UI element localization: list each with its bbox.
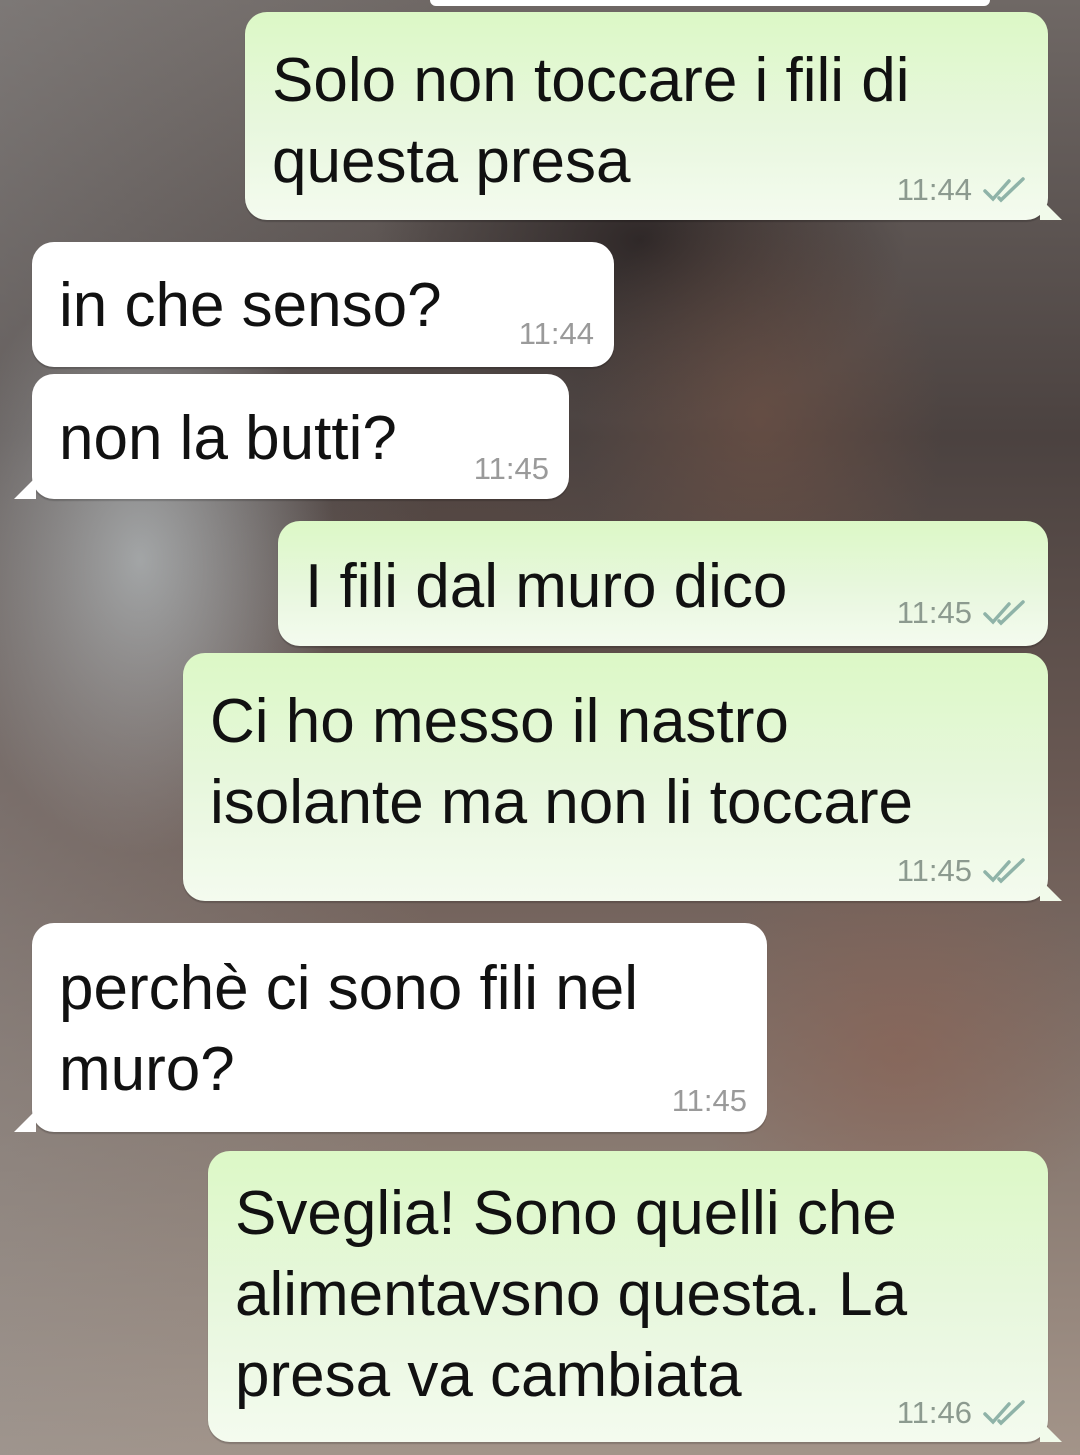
message-bubble-outgoing[interactable]: Ci ho messo il nastro isolante ma non li… (183, 653, 1048, 901)
message-time: 11:45 (671, 1083, 747, 1118)
bubble-tail (14, 477, 36, 499)
message-meta: 11:45 (897, 596, 1028, 630)
message-meta: 11:45 (897, 854, 1028, 888)
message-time: 11:44 (518, 316, 594, 351)
bubble-tail (1040, 198, 1062, 220)
message-text: I fili dal muro dico (305, 552, 788, 621)
message-text: Sveglia! Sono quelli che alimentavsno qu… (235, 1179, 908, 1410)
message-text: non la butti? (59, 404, 397, 473)
message-time: 11:45 (896, 595, 972, 630)
double-check-icon (983, 1400, 1025, 1426)
double-check-icon (983, 858, 1025, 884)
message-text: in che senso? (59, 271, 442, 340)
message-text: Solo non toccare i fili di questa presa (272, 46, 910, 196)
double-check-icon (983, 177, 1025, 203)
message-meta: 11:45 (474, 452, 549, 486)
bubble-tail (1040, 879, 1062, 901)
message-bubble-outgoing[interactable]: I fili dal muro dico 11:45 (278, 521, 1048, 646)
message-bubble-incoming[interactable]: non la butti? 11:45 (32, 374, 569, 499)
message-bubble-outgoing[interactable]: Sveglia! Sono quelli che alimentavsno qu… (208, 1151, 1048, 1442)
message-time: 11:45 (473, 451, 549, 486)
bubble-tail (14, 1110, 36, 1132)
message-meta: 11:46 (897, 1396, 1028, 1430)
bubble-tail (1040, 1420, 1062, 1442)
message-time: 11:45 (896, 853, 972, 888)
message-time: 11:46 (896, 1395, 972, 1430)
double-check-icon (983, 600, 1025, 626)
message-meta: 11:44 (519, 317, 594, 351)
message-bubble-incoming[interactable]: in che senso? 11:44 (32, 242, 614, 367)
message-bubble-incoming[interactable]: perchè ci sono fili nel muro? 11:45 (32, 923, 767, 1132)
message-meta: 11:45 (672, 1084, 747, 1118)
message-bubble-outgoing[interactable]: Solo non toccare i fili di questa presa … (245, 12, 1048, 220)
previous-message-edge (430, 0, 990, 6)
message-meta: 11:44 (897, 173, 1028, 207)
message-text: Ci ho messo il nastro isolante ma non li… (210, 687, 914, 837)
message-time: 11:44 (896, 172, 972, 207)
message-text: perchè ci sono fili nel muro? (59, 954, 638, 1104)
